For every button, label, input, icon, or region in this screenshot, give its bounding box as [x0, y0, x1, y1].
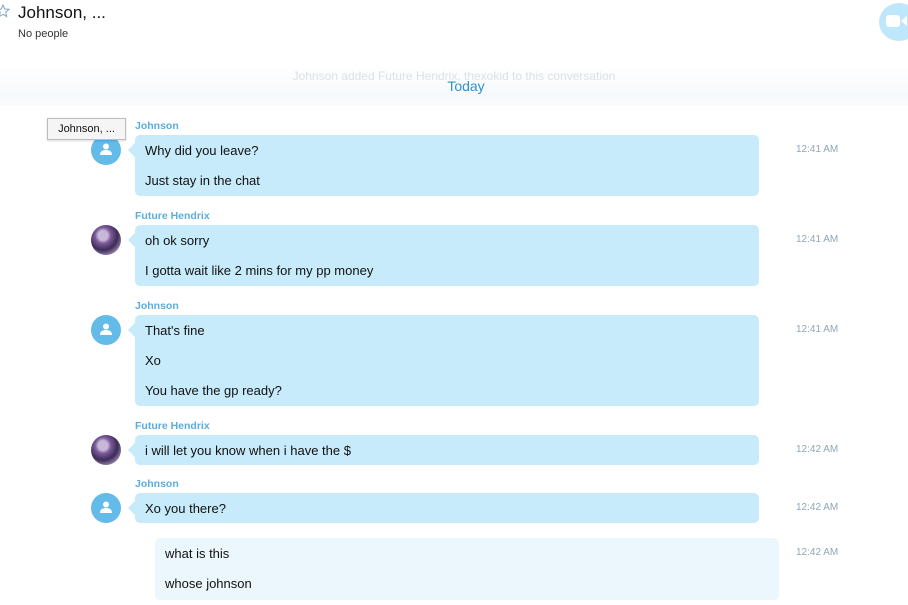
default-avatar-icon — [100, 323, 112, 335]
day-divider: Today — [447, 78, 485, 94]
default-avatar-icon — [100, 501, 112, 513]
message-timestamp: 12:42 AM — [796, 502, 839, 513]
avatar[interactable] — [91, 493, 121, 523]
system-notice-area: Johnson added Future Hendrix, thexokid t… — [0, 66, 908, 106]
avatar[interactable] — [91, 225, 121, 255]
message-text: whose johnson — [165, 576, 252, 591]
message-text: what is this — [165, 546, 230, 561]
message-text: oh ok sorry — [145, 233, 210, 248]
message-timestamp: 12:41 AM — [796, 144, 839, 155]
message-text: Xo — [145, 353, 161, 368]
message-bubble[interactable]: Xo you there? — [135, 493, 759, 523]
message-text: You have the gp ready? — [145, 383, 282, 398]
message-timestamp: 12:42 AM — [796, 444, 839, 455]
own-message-bubble[interactable]: what is this whose johnson — [155, 538, 779, 600]
message-sender[interactable]: Johnson — [135, 120, 179, 132]
avatar[interactable] — [91, 315, 121, 345]
message-text: i will let you know when i have the $ — [145, 443, 351, 458]
message-text: Xo you there? — [145, 501, 226, 516]
conversation-title[interactable]: Johnson, ... — [18, 3, 106, 23]
star-icon[interactable] — [0, 3, 11, 18]
message-text: That's fine — [145, 323, 205, 338]
conversation-header: Johnson, ... No people — [0, 0, 908, 68]
message-sender[interactable]: Future Hendrix — [135, 420, 210, 432]
avatar[interactable] — [91, 435, 121, 465]
tooltip: Johnson, ... — [47, 118, 126, 140]
message-bubble[interactable]: Why did you leave? Just stay in the chat — [135, 135, 759, 196]
message-sender[interactable]: Johnson — [135, 300, 179, 312]
message-bubble[interactable]: oh ok sorry I gotta wait like 2 mins for… — [135, 225, 759, 286]
message-sender[interactable]: Future Hendrix — [135, 210, 210, 222]
message-text: I gotta wait like 2 mins for my pp money — [145, 263, 374, 278]
message-text: Why did you leave? — [145, 143, 259, 158]
message-sender[interactable]: Johnson — [135, 478, 179, 490]
default-avatar-icon — [100, 143, 112, 155]
message-timestamp: 12:42 AM — [796, 547, 839, 558]
message-timestamp: 12:41 AM — [796, 234, 839, 245]
participants-count[interactable]: No people — [18, 28, 68, 40]
message-text: Just stay in the chat — [145, 173, 260, 188]
video-call-button[interactable] — [879, 3, 908, 41]
message-timestamp: 12:41 AM — [796, 324, 839, 335]
message-bubble[interactable]: i will let you know when i have the $ — [135, 435, 759, 465]
message-bubble[interactable]: That's fine Xo You have the gp ready? — [135, 315, 759, 406]
